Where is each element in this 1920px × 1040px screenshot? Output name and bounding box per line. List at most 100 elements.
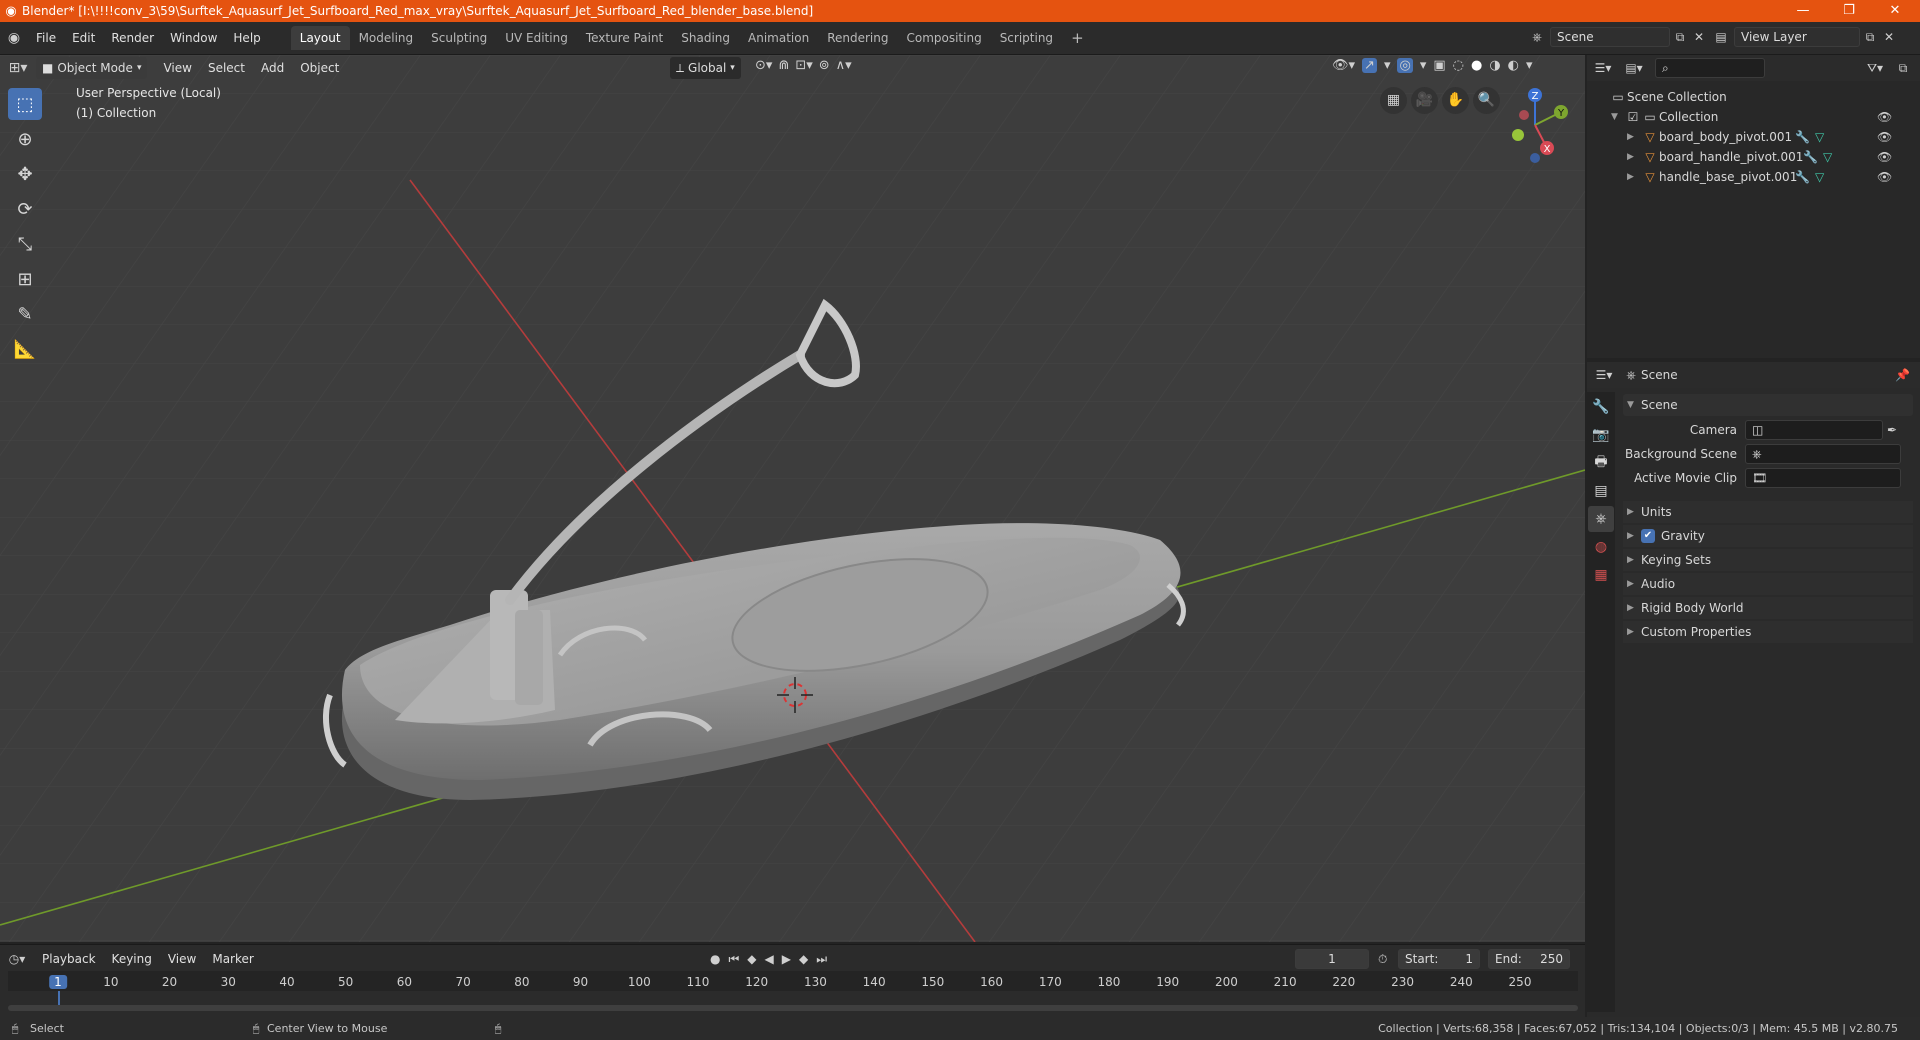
maximize-icon[interactable]: ❐ xyxy=(1826,0,1872,22)
annotate-tool-icon[interactable]: ✎ xyxy=(8,298,42,330)
timeline-menu-view[interactable]: View xyxy=(160,948,204,970)
tab-shading[interactable]: Shading xyxy=(672,26,739,50)
jump-start-icon[interactable]: ⏮ xyxy=(728,952,739,967)
view-layer-browse-icon[interactable]: ▤ xyxy=(1708,30,1734,44)
falloff-icon[interactable]: ∧▾ xyxy=(836,58,852,73)
display-mode-icon[interactable]: ▤▾ xyxy=(1619,61,1649,75)
editor-type-icon[interactable]: ⊞▾ xyxy=(0,60,36,76)
new-collection-icon[interactable]: ⧉ xyxy=(1892,61,1914,76)
tab-animation[interactable]: Animation xyxy=(739,26,818,50)
eye-icon[interactable]: 👁 xyxy=(1877,170,1892,184)
menu-window[interactable]: Window xyxy=(162,27,225,49)
tab-compositing[interactable]: Compositing xyxy=(897,26,990,50)
timeline-scrollbar[interactable] xyxy=(8,1005,1578,1011)
tool-tab-icon[interactable]: 🔧 xyxy=(1588,394,1614,420)
solid-shading-icon[interactable]: ● xyxy=(1471,58,1482,73)
tab-sculpting[interactable]: Sculpting xyxy=(422,26,496,50)
pivot-point-icon[interactable]: ⊙▾ xyxy=(755,58,772,73)
tab-rendering[interactable]: Rendering xyxy=(818,26,897,50)
scene-delete-icon[interactable]: ✕ xyxy=(1690,30,1708,44)
add-workspace-button[interactable]: + xyxy=(1062,26,1093,50)
filter-icon[interactable]: ⛛▾ xyxy=(1862,61,1888,76)
minimize-icon[interactable]: — xyxy=(1780,0,1826,22)
active-movie-clip-field[interactable]: 🎞 xyxy=(1745,468,1901,488)
rigid-body-world-panel-header[interactable]: ▶ Rigid Body World xyxy=(1623,597,1913,619)
outliner-scene-collection[interactable]: ▭ Scene Collection xyxy=(1609,87,1726,107)
jump-end-icon[interactable]: ⏭ xyxy=(816,952,827,967)
auto-keying-clock-icon[interactable]: ⏱ xyxy=(1378,952,1387,967)
navigation-gizmo[interactable]: Z Y X xyxy=(1495,85,1575,165)
mesh-data-icon[interactable]: ▽ xyxy=(1823,150,1832,164)
tab-texture-paint[interactable]: Texture Paint xyxy=(577,26,672,50)
view-layer-delete-icon[interactable]: ✕ xyxy=(1880,30,1898,44)
units-panel-header[interactable]: ▶ Units xyxy=(1623,501,1913,523)
menu-render[interactable]: Render xyxy=(103,27,162,49)
timeline-editor-type-icon[interactable]: ◷▾ xyxy=(0,952,34,966)
current-frame-field[interactable]: 1 xyxy=(1295,949,1369,969)
wireframe-shading-icon[interactable]: ◌ xyxy=(1453,58,1464,73)
chevron-down-icon[interactable]: ▾ xyxy=(1526,58,1533,73)
transform-orientation-selector[interactable]: ⟂ Global ▾ xyxy=(670,57,741,79)
pin-icon[interactable]: 📌 xyxy=(1895,368,1910,382)
outliner-collection-row[interactable]: ▼ ☑ ▭ Collection 👁 xyxy=(1611,107,1911,127)
timeline-menu-marker[interactable]: Marker xyxy=(204,948,261,970)
outliner-editor-type-icon[interactable]: ☰▾ xyxy=(1587,61,1619,75)
menu-help[interactable]: Help xyxy=(225,27,268,49)
view-layer-tab-icon[interactable]: ▤ xyxy=(1588,478,1614,504)
audio-panel-header[interactable]: ▶ Audio xyxy=(1623,573,1913,595)
disclosure-closed-icon[interactable]: ▶ xyxy=(1627,172,1641,182)
disclosure-closed-icon[interactable]: ▶ xyxy=(1627,132,1641,142)
eye-icon[interactable]: 👁 xyxy=(1877,110,1892,124)
tab-layout[interactable]: Layout xyxy=(290,26,350,50)
rotate-tool-icon[interactable]: ⟳ xyxy=(8,193,42,225)
start-frame-field[interactable]: Start: 1 xyxy=(1398,949,1480,969)
menu-edit[interactable]: Edit xyxy=(64,27,103,49)
material-shading-icon[interactable]: ◑ xyxy=(1489,58,1500,73)
disclosure-open-icon[interactable]: ▼ xyxy=(1611,112,1625,122)
play-reverse-icon[interactable]: ◀ xyxy=(765,952,774,967)
perspective-toggle-icon[interactable]: ▦ xyxy=(1380,87,1407,114)
collection-checkbox-icon[interactable]: ☑ xyxy=(1625,110,1641,124)
transform-tool-icon[interactable]: ⊞ xyxy=(8,263,42,295)
mesh-data-icon[interactable]: ▽ xyxy=(1815,170,1824,184)
timeline-menu-playback[interactable]: Playback xyxy=(34,948,104,970)
chevron-down-icon[interactable]: ▾ xyxy=(1420,58,1427,73)
scene-tab-icon[interactable]: ⎈ xyxy=(1588,506,1614,532)
scene-panel-header[interactable]: ▼ Scene xyxy=(1623,394,1913,416)
outliner-search-input[interactable]: ⌕ xyxy=(1655,58,1765,78)
camera-view-icon[interactable]: 🎥 xyxy=(1411,87,1438,114)
eyedropper-icon[interactable]: ✒ xyxy=(1887,423,1897,437)
3d-viewport[interactable]: User Perspective (Local) (1) Collection … xyxy=(0,55,1585,942)
scene-field[interactable]: Scene xyxy=(1550,27,1670,47)
disclosure-closed-icon[interactable]: ▶ xyxy=(1627,152,1641,162)
eye-icon[interactable]: 👁 xyxy=(1877,130,1892,144)
move-tool-icon[interactable]: ✥ xyxy=(8,158,42,190)
tab-modeling[interactable]: Modeling xyxy=(350,26,423,50)
rendered-shading-icon[interactable]: ◐ xyxy=(1508,58,1519,73)
snap-magnet-icon[interactable]: ⋒ xyxy=(778,58,789,73)
outliner-object-row[interactable]: ▶ ▽ board_handle_pivot.001 🔧 ▽ 👁 xyxy=(1627,147,1911,167)
outliner-object-row[interactable]: ▶ ▽ board_body_pivot.001 🔧 ▽ 👁 xyxy=(1627,127,1911,147)
menu-file[interactable]: File xyxy=(28,27,64,49)
pan-hand-icon[interactable]: ✋ xyxy=(1442,87,1469,114)
output-tab-icon[interactable]: 🖶 xyxy=(1588,450,1614,476)
modifier-wrench-icon[interactable]: 🔧 xyxy=(1795,170,1810,184)
modifier-wrench-icon[interactable]: 🔧 xyxy=(1803,150,1818,164)
playhead-line[interactable] xyxy=(58,991,60,1005)
keying-sets-panel-header[interactable]: ▶ Keying Sets xyxy=(1623,549,1913,571)
play-icon[interactable]: ▶ xyxy=(782,952,791,967)
gravity-panel-header[interactable]: ▶ ✔ Gravity xyxy=(1623,525,1913,547)
xray-icon[interactable]: ▣ xyxy=(1433,58,1445,73)
view-layer-new-icon[interactable]: ⧉ xyxy=(1860,30,1880,45)
mode-selector[interactable]: ■ Object Mode ▾ xyxy=(36,57,148,79)
record-icon[interactable]: ● xyxy=(710,952,720,967)
chevron-down-icon[interactable]: ▾ xyxy=(1384,58,1391,73)
camera-field[interactable]: ◫ xyxy=(1745,420,1883,440)
tab-scripting[interactable]: Scripting xyxy=(991,26,1062,50)
prev-keyframe-icon[interactable]: ◆ xyxy=(747,952,756,967)
viewport-menu-select[interactable]: Select xyxy=(200,57,253,79)
cursor-tool-icon[interactable]: ⊕ xyxy=(8,123,42,155)
scale-tool-icon[interactable]: ⤡ xyxy=(8,228,42,260)
select-box-tool-icon[interactable]: ⬚ xyxy=(8,88,42,120)
viewport-menu-object[interactable]: Object xyxy=(292,57,347,79)
